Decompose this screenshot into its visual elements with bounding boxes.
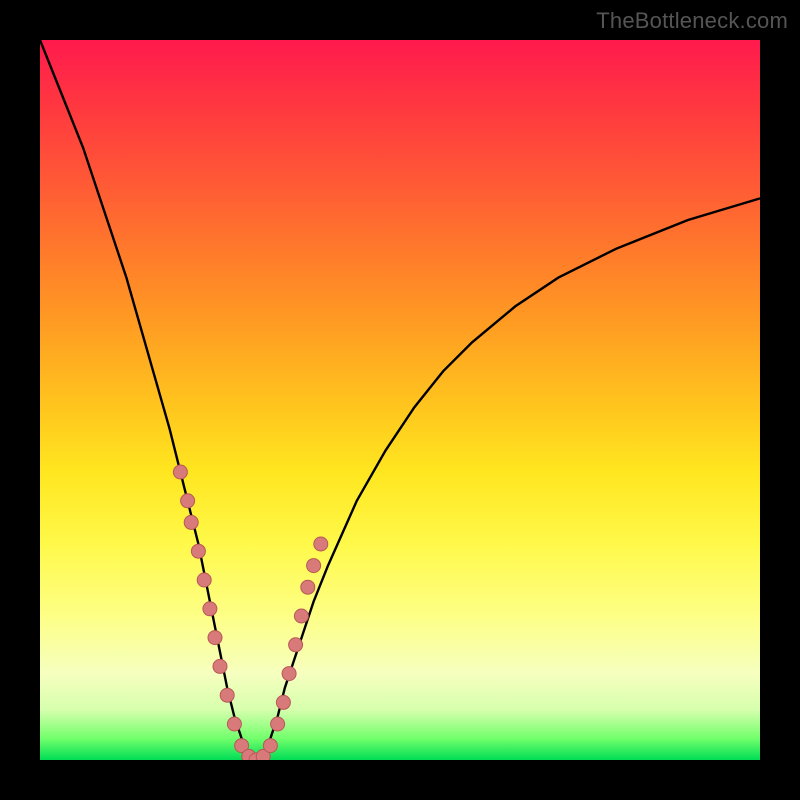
highlight-dot xyxy=(197,573,211,587)
highlight-dot xyxy=(227,717,241,731)
highlight-dots xyxy=(173,465,327,760)
highlight-dot xyxy=(191,544,205,558)
highlight-dot xyxy=(276,695,290,709)
highlight-dot xyxy=(263,739,277,753)
highlight-dot xyxy=(173,465,187,479)
highlight-dot xyxy=(294,609,308,623)
watermark-text: TheBottleneck.com xyxy=(596,8,788,34)
highlight-dot xyxy=(271,717,285,731)
highlight-dot xyxy=(184,515,198,529)
highlight-dot xyxy=(282,667,296,681)
curve-layer xyxy=(40,40,760,760)
chart-frame: TheBottleneck.com xyxy=(0,0,800,800)
highlight-dot xyxy=(203,602,217,616)
highlight-dot xyxy=(208,631,222,645)
highlight-dot xyxy=(220,688,234,702)
highlight-dot xyxy=(289,638,303,652)
plot-area xyxy=(40,40,760,760)
highlight-dot xyxy=(301,580,315,594)
highlight-dot xyxy=(181,494,195,508)
bottleneck-curve xyxy=(40,40,760,760)
highlight-dot xyxy=(307,559,321,573)
highlight-dot xyxy=(213,659,227,673)
highlight-dot xyxy=(314,537,328,551)
